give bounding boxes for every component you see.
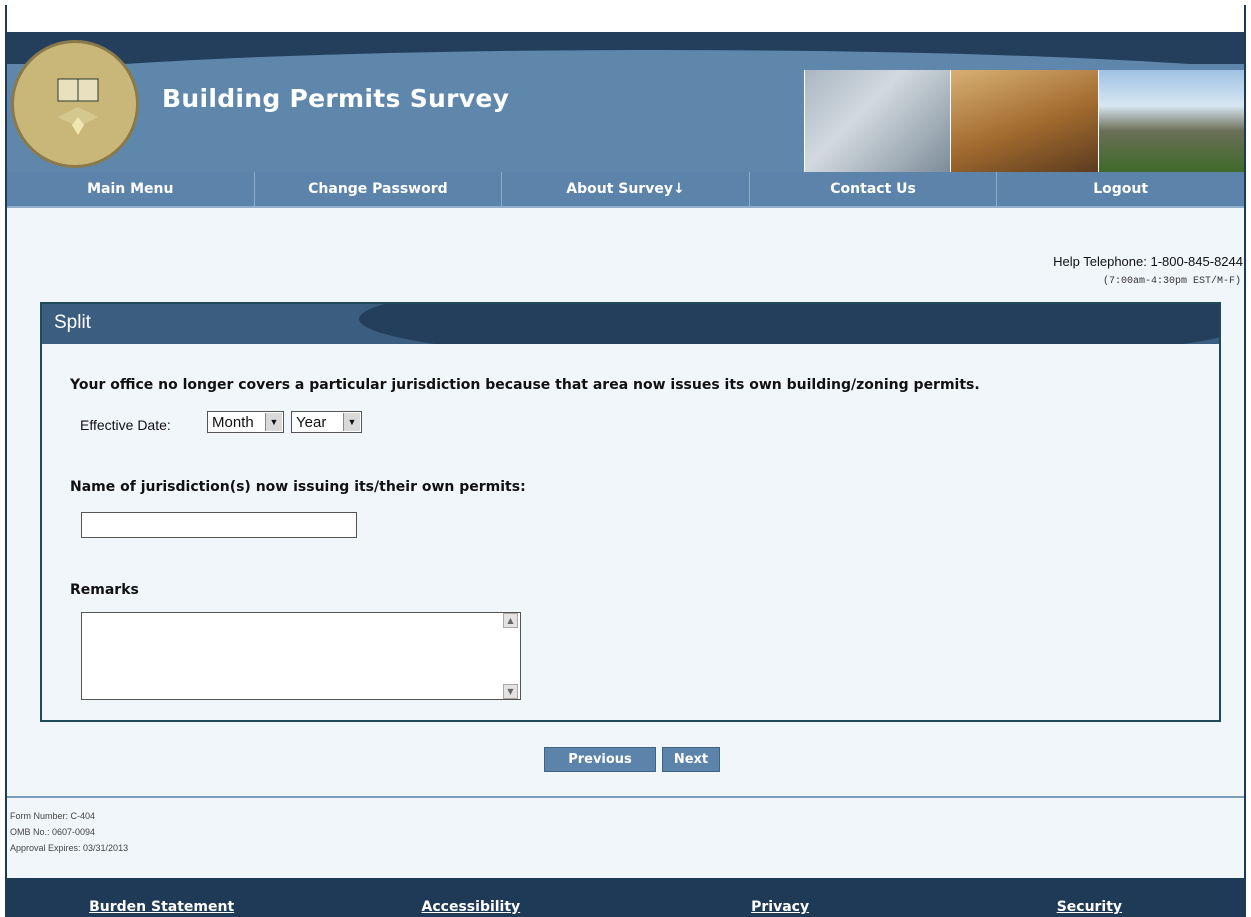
nav-logout[interactable]: Logout xyxy=(997,172,1244,206)
help-hours: (7:00am-4:30pm EST/M-F) xyxy=(1102,276,1241,287)
effective-date-label: Effective Date: xyxy=(80,417,171,433)
year-select-value: Year xyxy=(296,413,327,431)
remarks-textarea[interactable] xyxy=(81,612,521,700)
footer-burden-statement[interactable]: Burden Statement xyxy=(7,878,316,917)
dropdown-arrow-icon: ▼ xyxy=(343,413,360,431)
help-telephone: Help Telephone: 1-800-845-8244 xyxy=(1053,254,1243,269)
jurisdiction-name-input[interactable] xyxy=(81,512,357,538)
blueprint-photo xyxy=(804,70,950,172)
panel-header: Split xyxy=(42,304,1219,344)
nav-about-survey[interactable]: About Survey↓ xyxy=(502,172,750,206)
year-select[interactable]: Year ▼ xyxy=(291,411,362,433)
dropdown-arrow-icon: ▼ xyxy=(265,413,282,431)
split-panel: Split Your office no longer covers a par… xyxy=(40,302,1221,722)
scroll-up-icon[interactable]: ▲ xyxy=(503,613,518,628)
site-title: Building Permits Survey xyxy=(162,84,510,113)
month-select-value: Month xyxy=(212,413,254,431)
header-photos xyxy=(804,70,1244,172)
previous-button[interactable]: Previous xyxy=(544,747,656,772)
seal-emblem-icon xyxy=(57,78,99,135)
footer-accessibility[interactable]: Accessibility xyxy=(316,878,625,917)
header-banner: Building Permits Survey xyxy=(7,32,1244,172)
approval-expires: Approval Expires: 03/31/2013 xyxy=(10,843,129,853)
nav-change-password[interactable]: Change Password xyxy=(255,172,503,206)
form-number: Form Number: C-404 xyxy=(10,811,96,821)
footer-bar: Burden Statement Accessibility Privacy S… xyxy=(7,878,1244,917)
census-seal-logo xyxy=(11,40,139,168)
panel-header-shade xyxy=(359,304,1219,344)
scroll-down-icon[interactable]: ▼ xyxy=(503,684,518,699)
jurisdiction-name-label: Name of jurisdiction(s) now issuing its/… xyxy=(70,479,526,495)
top-strip xyxy=(7,5,1244,32)
nav-contact-us[interactable]: Contact Us xyxy=(750,172,998,206)
panel-title: Split xyxy=(54,312,91,333)
main-nav: Main Menu Change Password About Survey↓ … xyxy=(7,172,1244,208)
page-frame: Building Permits Survey Main Menu Change… xyxy=(5,5,1246,917)
footer-security[interactable]: Security xyxy=(935,878,1244,917)
remarks-label: Remarks xyxy=(70,582,139,598)
footer-separator xyxy=(7,796,1244,798)
next-button[interactable]: Next xyxy=(662,747,720,772)
footer-privacy[interactable]: Privacy xyxy=(626,878,935,917)
split-question: Your office no longer covers a particula… xyxy=(70,377,980,393)
omb-number: OMB No.: 0607-0094 xyxy=(10,827,96,837)
remarks-scrollbar[interactable]: ▲ ▼ xyxy=(502,613,520,699)
finished-house-photo xyxy=(1098,70,1244,172)
form-info: Form Number: C-404 OMB No.: 0607-0094 Ap… xyxy=(10,808,128,856)
month-select[interactable]: Month ▼ xyxy=(207,411,284,433)
house-framing-photo xyxy=(950,70,1098,172)
nav-main-menu[interactable]: Main Menu xyxy=(7,172,255,206)
